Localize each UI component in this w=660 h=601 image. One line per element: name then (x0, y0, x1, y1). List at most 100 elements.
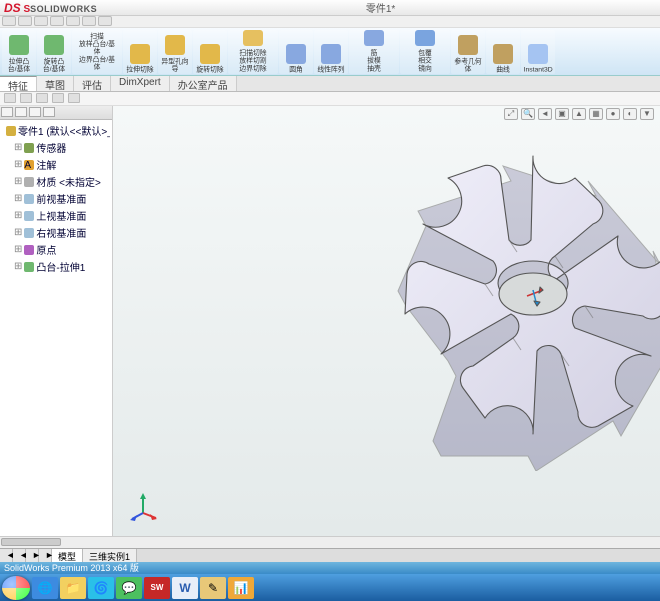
tree-tab-icon-2[interactable] (15, 107, 27, 117)
appearance-icon[interactable]: ▼ (640, 108, 654, 120)
ribbon-btn-11[interactable]: 参考几何体 (451, 30, 485, 74)
tree-item-0[interactable]: ⊞传感器 (2, 139, 110, 156)
tree-item-2[interactable]: ⊞材质 <未指定> (2, 173, 110, 190)
expand-icon[interactable]: ⊞ (14, 159, 22, 170)
qat-open-icon[interactable] (18, 16, 32, 26)
task-explorer-icon[interactable]: 📁 (60, 577, 86, 599)
tree-tab-icon-1[interactable] (1, 107, 13, 117)
ribbon-btn-9[interactable]: 筋拔模抽壳 (349, 30, 399, 74)
fm-icon-1[interactable] (4, 93, 16, 103)
expand-icon[interactable]: ⊞ (14, 176, 22, 187)
tree-item-7[interactable]: ⊞凸台-拉伸1 (2, 258, 110, 275)
tree-item-icon-6 (24, 245, 34, 255)
expand-icon[interactable]: ⊞ (14, 142, 22, 153)
part-icon (6, 126, 16, 136)
command-tab-1[interactable]: 草图 (37, 76, 74, 91)
feature-tree[interactable]: 零件1 (默认<<默认>_显示状态⊞传感器⊞A注解⊞材质 <未指定>⊞前视基准面… (0, 120, 112, 277)
expand-icon[interactable]: ⊞ (14, 227, 22, 238)
view-triad-icon[interactable] (128, 491, 158, 521)
qat-undo-icon[interactable] (66, 16, 80, 26)
qat-save-icon[interactable] (34, 16, 48, 26)
document-title: 零件1* (101, 0, 660, 15)
ribbon-btn-10[interactable]: 包覆相交镜向 (400, 30, 450, 74)
task-browser-icon[interactable]: 🌀 (88, 577, 114, 599)
scene-icon[interactable]: ◐ (623, 108, 637, 120)
expand-icon[interactable]: ⊞ (14, 244, 22, 255)
ribbon-btn-0[interactable]: 拉伸凸台/基体 (2, 30, 36, 74)
command-tab-0[interactable]: 特征 (0, 76, 37, 91)
section-view-icon[interactable]: ▣ (555, 108, 569, 120)
tree-item-5[interactable]: ⊞ 右视基准面 (2, 224, 110, 241)
view-orient-icon[interactable]: ▲ (572, 108, 586, 120)
command-tabs: 特征草图评估DimXpert办公室产品 (0, 76, 660, 92)
task-ie-icon[interactable]: 🌐 (32, 577, 58, 599)
command-tab-3[interactable]: DimXpert (111, 76, 170, 91)
tree-item-label-5: 右视基准面 (36, 225, 86, 240)
task-word-icon[interactable]: W (172, 577, 198, 599)
tree-tab-icon-3[interactable] (29, 107, 41, 117)
tree-tab-icon-4[interactable] (43, 107, 55, 117)
ribbon-label-7: 圆角 (289, 66, 303, 74)
qat-options-icon[interactable] (98, 16, 112, 26)
ribbon-btn-7[interactable]: 圆角 (279, 30, 313, 74)
task-sw-icon[interactable]: SW (144, 577, 170, 599)
expand-icon[interactable]: ⊞ (14, 193, 22, 204)
expand-icon[interactable]: ⊞ (14, 210, 22, 221)
ribbon-btn-6[interactable]: 扫描切除放样切割边界切除 (228, 30, 278, 74)
ribbon-btn-12[interactable]: 曲线 (486, 30, 520, 74)
task-wechat-icon[interactable]: 💬 (116, 577, 142, 599)
bottab-nav-3[interactable]: ►► (39, 549, 52, 562)
hide-show-icon[interactable]: ● (606, 108, 620, 120)
main-area: 零件1 (默认<<默认>_显示状态⊞传感器⊞A注解⊞材质 <未指定>⊞前视基准面… (0, 106, 660, 536)
tree-item-4[interactable]: ⊞ 上视基准面 (2, 207, 110, 224)
windows-taskbar: 🌐 📁 🌀 💬 SW W ✎ 📊 (0, 574, 660, 601)
ribbon-btn-5[interactable]: 旋转切除 (193, 30, 227, 74)
zoom-area-icon[interactable]: 🔍 (521, 108, 535, 120)
qat-rebuild-icon[interactable] (82, 16, 96, 26)
qat-new-icon[interactable] (2, 16, 16, 26)
fm-icon-5[interactable] (68, 93, 80, 103)
bottom-tab-1[interactable]: 三维实例1 (83, 549, 137, 562)
bottab-nav-0[interactable]: ◄◄ (0, 549, 13, 562)
fm-icon-4[interactable] (52, 93, 64, 103)
horizontal-scrollbar[interactable] (0, 536, 660, 548)
ribbon-btn-8[interactable]: 线性阵列 (314, 30, 348, 74)
bottom-tab-0[interactable]: 模型 (52, 549, 83, 562)
ribbon-btn-4[interactable]: 异型孔向导 (158, 30, 192, 74)
fm-icon-2[interactable] (20, 93, 32, 103)
viewport-3d[interactable]: ⤢ 🔍 ◄ ▣ ▲ ▦ ● ◐ ▼ (113, 106, 660, 536)
ribbon-btn-3[interactable]: 拉伸切除 (123, 30, 157, 74)
tree-item-label-4: 上视基准面 (36, 208, 86, 223)
task-app1-icon[interactable]: ✎ (200, 577, 226, 599)
ribbon-label-4: 异型孔向导 (161, 57, 190, 72)
bottab-nav-2[interactable]: ► (26, 549, 39, 562)
ribbon-icon-0 (9, 35, 29, 55)
ribbon-icon-7 (286, 44, 306, 64)
tree-item-6[interactable]: ⊞原点 (2, 241, 110, 258)
ribbon-label-13: Instant3D (523, 66, 552, 74)
ribbon-icon-11 (458, 35, 478, 55)
tree-root[interactable]: 零件1 (默认<<默认>_显示状态 (2, 122, 110, 139)
scroll-thumb[interactable] (1, 538, 61, 546)
ribbon-btn-13[interactable]: Instant3D (521, 30, 555, 74)
bottab-nav-1[interactable]: ◄ (13, 549, 26, 562)
command-tab-2[interactable]: 评估 (74, 76, 111, 91)
display-style-icon[interactable]: ▦ (589, 108, 603, 120)
ribbon-btn-1[interactable]: 旋转凸台/基体 (37, 30, 71, 74)
ribbon-label-6: 扫描切除放样切割边界切除 (239, 49, 266, 72)
tree-item-icon-0 (24, 143, 34, 153)
qat-print-icon[interactable] (50, 16, 64, 26)
expand-icon[interactable]: ⊞ (14, 261, 22, 272)
task-app2-icon[interactable]: 📊 (228, 577, 254, 599)
command-tab-4[interactable]: 办公室产品 (170, 76, 237, 91)
tree-item-icon-2 (24, 177, 34, 187)
view-toolbar: ⤢ 🔍 ◄ ▣ ▲ ▦ ● ◐ ▼ (504, 108, 654, 120)
fm-icon-3[interactable] (36, 93, 48, 103)
start-button[interactable] (2, 576, 30, 600)
tree-item-3[interactable]: ⊞前视基准面 (2, 190, 110, 207)
tree-item-1[interactable]: ⊞A注解 (2, 156, 110, 173)
ribbon-btn-2[interactable]: 扫描放样凸台/基体边界凸台/基体 (72, 30, 122, 74)
feature-tree-header (0, 106, 112, 120)
zoom-fit-icon[interactable]: ⤢ (504, 108, 518, 120)
prev-view-icon[interactable]: ◄ (538, 108, 552, 120)
